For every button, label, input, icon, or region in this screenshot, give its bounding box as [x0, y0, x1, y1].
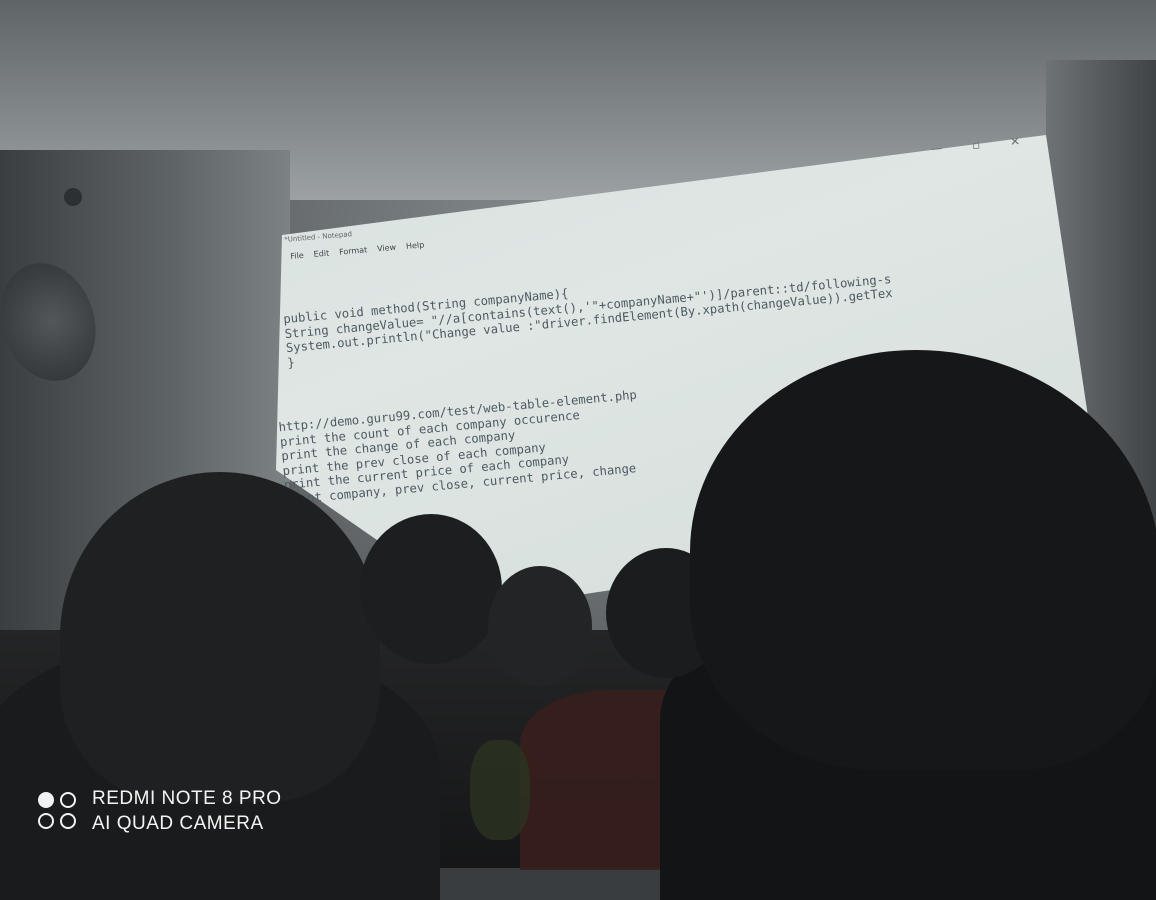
- ceiling-fixture: [64, 188, 82, 206]
- close-icon[interactable]: ✕: [1009, 134, 1020, 149]
- watermark-text: REDMI NOTE 8 PRO AI QUAD CAMERA: [92, 786, 282, 836]
- minimize-icon[interactable]: —: [930, 141, 943, 156]
- menu-help[interactable]: Help: [406, 240, 425, 251]
- audience-clothing: [470, 740, 530, 840]
- audience-head: [488, 566, 592, 686]
- quad-camera-icon: [36, 789, 80, 833]
- camera-watermark: REDMI NOTE 8 PRO AI QUAD CAMERA: [36, 786, 282, 836]
- maximize-icon[interactable]: ▫: [971, 138, 980, 153]
- menu-edit[interactable]: Edit: [313, 249, 329, 259]
- audience-head: [690, 350, 1156, 770]
- watermark-line2: AI QUAD CAMERA: [92, 813, 264, 834]
- watermark-line1: REDMI NOTE 8 PRO: [92, 788, 282, 809]
- menu-file[interactable]: File: [290, 251, 304, 261]
- audience-head: [60, 472, 380, 802]
- menu-view[interactable]: View: [377, 243, 397, 254]
- audience-head: [360, 514, 502, 664]
